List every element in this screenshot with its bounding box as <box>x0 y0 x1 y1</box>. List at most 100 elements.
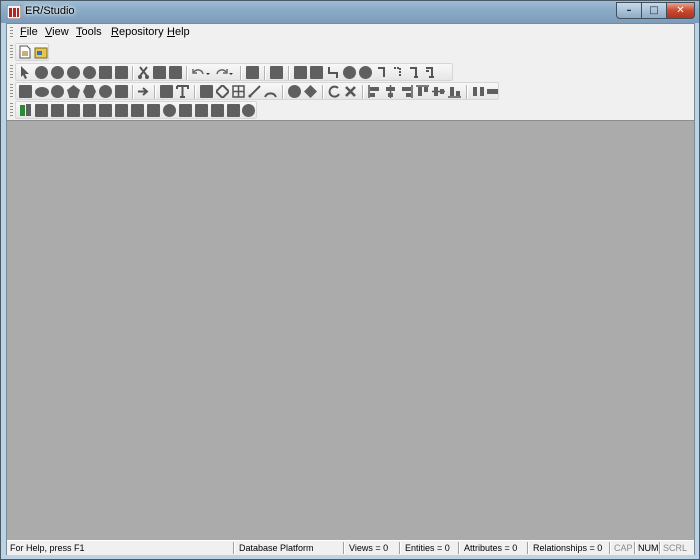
database-toolbar <box>15 101 257 119</box>
menu-tools[interactable]: Tools <box>76 26 102 38</box>
align-middle-icon[interactable] <box>432 85 445 98</box>
menu-file[interactable]: File <box>20 26 38 38</box>
space-evenly-icon[interactable] <box>486 85 499 98</box>
non-specific-icon[interactable] <box>424 66 436 79</box>
subtype-icon[interactable] <box>216 85 229 98</box>
toolbar-grip[interactable] <box>10 84 13 98</box>
toolbar-grip[interactable] <box>10 103 13 117</box>
title-bar[interactable]: ER/Studio – □ ✕ <box>1 1 699 23</box>
link-icon[interactable] <box>304 85 317 98</box>
db-function-icon[interactable] <box>99 104 112 117</box>
copy-icon[interactable] <box>153 66 166 79</box>
align-left-icon[interactable] <box>368 85 381 98</box>
arrow-icon[interactable] <box>137 85 150 98</box>
hexagon-icon[interactable] <box>83 85 96 98</box>
view-relationship-icon[interactable] <box>200 85 213 98</box>
status-divider <box>609 542 611 554</box>
image-icon[interactable] <box>115 85 128 98</box>
undo-layout-icon[interactable] <box>328 85 341 98</box>
db-user-icon[interactable] <box>179 104 192 117</box>
non-identifying-relation-icon[interactable] <box>392 66 404 79</box>
align-top-icon[interactable] <box>416 85 429 98</box>
db-sequence-icon[interactable] <box>147 104 160 117</box>
identifying-relation-icon[interactable] <box>376 66 388 79</box>
line-icon[interactable] <box>248 85 261 98</box>
status-num-indicator: NUM <box>638 543 659 553</box>
db-role-icon[interactable] <box>195 104 208 117</box>
align-bottom-icon[interactable] <box>448 85 461 98</box>
table-icon[interactable] <box>294 66 307 79</box>
status-relationships: Relationships = 0 <box>533 543 603 553</box>
distribute-icon[interactable] <box>472 85 485 98</box>
menu-help[interactable]: Help <box>167 26 190 38</box>
rounded-rect-icon[interactable] <box>35 87 49 97</box>
properties-icon[interactable] <box>270 66 283 79</box>
db-index-icon[interactable] <box>67 104 80 117</box>
menu-help-label: elp <box>174 26 190 38</box>
view-icon[interactable] <box>343 66 356 79</box>
one-to-one-icon[interactable] <box>408 66 420 79</box>
hand-pan-icon[interactable] <box>35 66 48 79</box>
zoom-in-icon[interactable] <box>51 66 64 79</box>
db-synonym-icon[interactable] <box>163 104 176 117</box>
pentagon-icon[interactable] <box>67 85 80 98</box>
db-link-icon[interactable] <box>211 104 224 117</box>
entity-icon[interactable] <box>310 66 323 79</box>
status-divider <box>634 542 636 554</box>
circle-shape-icon[interactable] <box>288 85 301 98</box>
menubar-grip[interactable] <box>10 27 13 39</box>
zoom-fit-icon[interactable] <box>83 66 96 79</box>
new-model-icon[interactable] <box>19 45 32 59</box>
octagon-icon[interactable] <box>99 85 112 98</box>
window-title: ER/Studio <box>25 5 75 17</box>
arc-icon[interactable] <box>264 85 277 98</box>
menu-view[interactable]: View <box>45 26 69 38</box>
cut-icon[interactable] <box>137 66 150 79</box>
delete-layout-icon[interactable] <box>344 85 357 98</box>
menu-repository[interactable]: Repository <box>111 26 164 38</box>
text-block-icon[interactable] <box>160 85 173 98</box>
rectangle-icon[interactable] <box>19 85 32 98</box>
align-right-icon[interactable] <box>400 85 413 98</box>
toolbar-grip[interactable] <box>10 45 13 59</box>
db-table-icon[interactable] <box>35 104 48 117</box>
file-toolbar <box>15 43 49 61</box>
db-trigger-icon[interactable] <box>115 104 128 117</box>
menu-tools-label: ools <box>81 26 102 38</box>
status-entities: Entities = 0 <box>405 543 450 553</box>
db-schema-icon[interactable] <box>227 104 240 117</box>
toolbar-separator <box>282 85 284 99</box>
relationship-icon[interactable] <box>327 66 339 79</box>
menu-help-mnemonic: H <box>167 26 175 38</box>
open-model-icon[interactable] <box>34 45 48 59</box>
db-default-icon[interactable] <box>242 104 255 117</box>
db-procedure-icon[interactable] <box>83 104 96 117</box>
status-platform: Database Platform <box>239 543 314 553</box>
db-package-icon[interactable] <box>131 104 144 117</box>
select-pointer-icon[interactable] <box>19 65 31 79</box>
format-painter-icon[interactable] <box>246 66 259 79</box>
menu-file-label: ile <box>26 26 38 38</box>
maximize-button[interactable]: □ <box>641 2 667 19</box>
grid-icon[interactable] <box>232 85 245 98</box>
db-object-icon[interactable] <box>19 103 32 117</box>
zoom-out-icon[interactable] <box>67 66 80 79</box>
toolbar-separator <box>240 66 242 80</box>
align-center-icon[interactable] <box>384 85 397 98</box>
db-view-icon[interactable] <box>51 104 64 117</box>
undo-icon[interactable] <box>192 67 212 79</box>
minimize-button[interactable]: – <box>616 2 642 19</box>
toolbar-grip[interactable] <box>10 65 13 79</box>
toolbar-separator <box>362 85 364 99</box>
text-icon[interactable] <box>176 85 189 98</box>
paste-icon[interactable] <box>169 66 182 79</box>
diagram-workspace[interactable] <box>7 120 694 541</box>
status-divider <box>659 542 661 554</box>
redo-icon[interactable] <box>215 67 235 79</box>
circle-icon[interactable] <box>51 85 64 98</box>
shape-icon[interactable] <box>359 66 372 79</box>
pan-zoom-icon[interactable] <box>99 66 112 79</box>
move-icon[interactable] <box>115 66 128 79</box>
erstudio-app-icon <box>7 5 21 19</box>
close-button[interactable]: ✕ <box>666 2 695 19</box>
